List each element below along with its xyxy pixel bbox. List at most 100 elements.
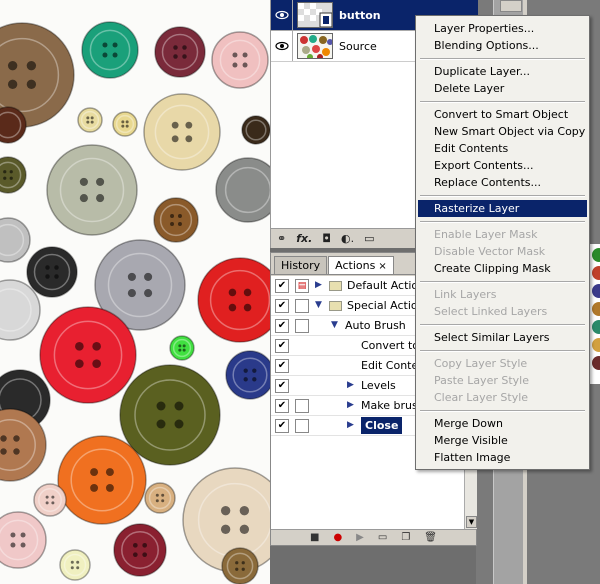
checkmark-icon[interactable]: ✔ xyxy=(275,379,289,393)
menu-item-convert-to-smart-object[interactable]: Convert to Smart Object xyxy=(418,106,587,123)
menu-item-replace-contents[interactable]: Replace Contents... xyxy=(418,174,587,191)
checkmark-icon[interactable]: ✔ xyxy=(275,279,289,293)
menu-item-rasterize-layer[interactable]: Rasterize Layer xyxy=(418,200,587,217)
layer-thumbnail xyxy=(297,2,333,28)
checkmark-icon[interactable]: ✔ xyxy=(275,399,289,413)
tab-label: History xyxy=(281,259,321,272)
menu-item-link-layers: Link Layers xyxy=(434,288,497,301)
checkmark-icon[interactable]: ✔ xyxy=(275,339,289,353)
menu-separator xyxy=(420,410,585,412)
sewing-button xyxy=(225,350,270,400)
eye-icon[interactable] xyxy=(271,31,293,61)
menu-item-layer-properties[interactable]: Layer Properties... xyxy=(418,20,587,37)
dialog-toggle-icon[interactable] xyxy=(295,319,309,333)
checkmark-icon[interactable]: ✔ xyxy=(275,419,289,433)
action-label: Edit Conte xyxy=(361,359,419,372)
tab-history[interactable]: History xyxy=(274,256,328,274)
sewing-button xyxy=(81,21,139,79)
scroll-down-icon[interactable]: ▼ xyxy=(466,516,477,528)
checkmark-icon[interactable]: ✔ xyxy=(275,359,289,373)
layer-name: button xyxy=(339,8,381,22)
dialog-toggle-icon[interactable] xyxy=(295,399,309,413)
sewing-button xyxy=(0,156,27,194)
menu-item-copy-layer-style: Copy Layer Style xyxy=(434,357,528,370)
menu-item-create-clipping-mask[interactable]: Create Clipping Mask xyxy=(418,260,587,277)
link-icon[interactable]: ⚭ xyxy=(277,232,286,245)
sewing-button xyxy=(33,483,67,517)
folder-icon[interactable]: ▭ xyxy=(364,232,374,245)
action-label: Auto Brush xyxy=(345,319,406,332)
new-set-icon[interactable]: ▭ xyxy=(378,532,387,543)
sewing-button xyxy=(143,93,221,171)
dialog-toggle-icon[interactable] xyxy=(295,299,309,313)
layer-thumbnail xyxy=(297,33,333,59)
tab-actions[interactable]: Actions × xyxy=(328,256,394,274)
action-label: Levels xyxy=(361,379,396,392)
dialog-toggle-icon[interactable]: ▤ xyxy=(295,279,309,293)
menu-item-paste-layer-style: Paste Layer Style xyxy=(434,374,529,387)
action-label: Make brus xyxy=(361,399,418,412)
menu-separator xyxy=(420,101,585,103)
stop-icon[interactable]: ■ xyxy=(310,532,319,543)
close-icon[interactable]: × xyxy=(378,261,386,272)
record-icon[interactable]: ● xyxy=(333,532,342,543)
collapsed-triangle-icon[interactable]: ▶ xyxy=(347,380,354,390)
eye-icon[interactable] xyxy=(271,0,293,30)
sewing-button xyxy=(112,111,138,137)
actions-footer: ■ ● ▶ ▭ ❐ 🗑 xyxy=(271,529,476,545)
sewing-button xyxy=(153,197,199,243)
menu-item-new-smart-object-via-copy[interactable]: New Smart Object via Copy xyxy=(418,123,587,140)
sewing-button xyxy=(144,482,176,514)
play-icon[interactable]: ▶ xyxy=(356,532,364,543)
menu-item-select-linked-layers: Select Linked Layers xyxy=(434,305,548,318)
adjustment-icon[interactable]: ◐. xyxy=(341,232,354,245)
trash-icon[interactable]: 🗑 xyxy=(424,532,437,543)
expanded-triangle-icon[interactable]: ▼ xyxy=(331,320,338,330)
sewing-button xyxy=(26,246,78,298)
menu-item-merge-down[interactable]: Merge Down xyxy=(418,415,587,432)
collapsed-triangle-icon[interactable]: ▶ xyxy=(347,400,354,410)
collapsed-triangle-icon[interactable]: ▶ xyxy=(347,420,354,430)
sewing-button xyxy=(0,511,47,569)
menu-separator xyxy=(420,195,585,197)
menu-item-duplicate-layer[interactable]: Duplicate Layer... xyxy=(418,63,587,80)
checkmark-icon[interactable]: ✔ xyxy=(275,299,289,313)
folder-icon xyxy=(329,281,342,291)
menu-item-select-similar-layers[interactable]: Select Similar Layers xyxy=(418,329,587,346)
sewing-button xyxy=(211,31,269,89)
sewing-button xyxy=(59,549,91,581)
sewing-button xyxy=(46,144,138,236)
menu-item-edit-contents[interactable]: Edit Contents xyxy=(418,140,587,157)
mask-icon[interactable]: ◘ xyxy=(322,232,331,245)
collapsed-triangle-icon[interactable]: ▶ xyxy=(315,280,322,290)
action-label: Convert to xyxy=(361,339,420,352)
sewing-button xyxy=(0,217,31,263)
menu-item-export-contents[interactable]: Export Contents... xyxy=(418,157,587,174)
layer-context-menu: Layer Properties... Blending Options... Du… xyxy=(415,15,590,470)
menu-item-flatten-image[interactable]: Flatten Image xyxy=(418,449,587,466)
expanded-triangle-icon[interactable]: ▼ xyxy=(315,300,322,310)
menu-item-enable-layer-mask: Enable Layer Mask xyxy=(434,228,538,241)
menu-item-clear-layer-style: Clear Layer Style xyxy=(434,391,529,404)
document-canvas[interactable] xyxy=(0,0,270,584)
menu-item-merge-visible[interactable]: Merge Visible xyxy=(418,432,587,449)
menu-separator xyxy=(420,58,585,60)
menu-separator xyxy=(420,281,585,283)
menu-separator xyxy=(420,350,585,352)
sewing-button xyxy=(241,115,270,145)
dialog-toggle-icon[interactable] xyxy=(295,419,309,433)
buttons-image xyxy=(0,21,270,584)
dock-tool-icon[interactable] xyxy=(500,0,522,12)
menu-item-disable-vector-mask: Disable Vector Mask xyxy=(434,245,546,258)
sewing-button xyxy=(169,335,195,361)
menu-item-delete-layer[interactable]: Delete Layer xyxy=(418,80,587,97)
sewing-button xyxy=(154,26,206,78)
sewing-button xyxy=(39,306,137,404)
new-action-icon[interactable]: ❐ xyxy=(401,532,410,543)
sewing-button xyxy=(221,547,259,584)
checkmark-icon[interactable]: ✔ xyxy=(275,319,289,333)
menu-item-blending-options[interactable]: Blending Options... xyxy=(418,37,587,54)
fx-icon[interactable]: fx. xyxy=(296,232,312,245)
sewing-button xyxy=(197,257,270,343)
sewing-button xyxy=(215,157,270,223)
